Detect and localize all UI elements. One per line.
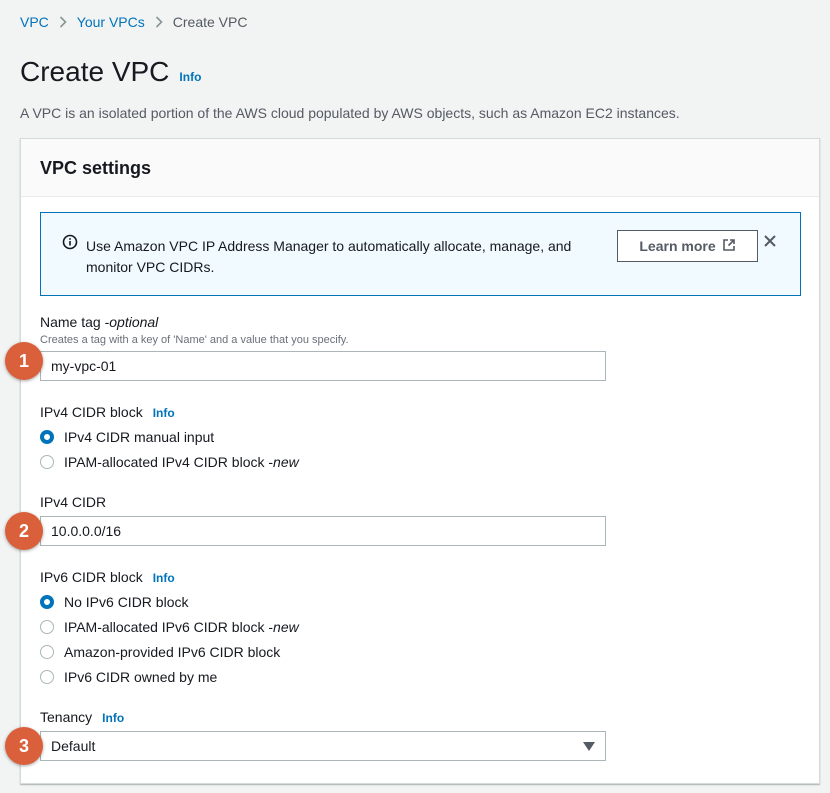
ipv4-cidr-block-label: IPv4 CIDR block Info xyxy=(40,403,175,422)
tenancy-info-link[interactable]: Info xyxy=(102,709,124,727)
radio-no-ipv6[interactable]: No IPv6 CIDR block xyxy=(40,593,188,611)
breadcrumb-your-vpcs[interactable]: Your VPCs xyxy=(77,13,145,31)
chevron-right-icon xyxy=(145,16,173,28)
caret-down-icon xyxy=(583,738,595,754)
ipam-info-alert: Use Amazon VPC IP Address Manager to aut… xyxy=(40,212,801,296)
radio-ipv6-owned[interactable]: IPv6 CIDR owned by me xyxy=(40,668,217,686)
tenancy-label: Tenancy Info xyxy=(40,708,124,727)
radio-button-selected[interactable] xyxy=(40,595,54,609)
new-tag: new xyxy=(273,619,299,635)
breadcrumb-vpc[interactable]: VPC xyxy=(20,13,49,31)
radio-label: Amazon-provided IPv6 CIDR block xyxy=(64,644,281,660)
name-tag-label: Name tag - optional xyxy=(40,313,158,331)
ipv4-cidr-block-label-text: IPv4 CIDR block xyxy=(40,404,143,420)
title-info-link[interactable]: Info xyxy=(179,70,201,84)
chevron-right-icon xyxy=(49,16,77,28)
name-tag-label-text: Name tag - xyxy=(40,314,110,330)
learn-more-button[interactable]: Learn more xyxy=(617,230,758,262)
ipv4-cidr-label: IPv4 CIDR xyxy=(40,493,106,511)
optional-label: optional xyxy=(109,314,159,330)
external-link-icon xyxy=(722,238,736,255)
tenancy-select[interactable]: Default xyxy=(40,731,606,761)
radio-label: IPv4 CIDR manual input xyxy=(64,429,215,445)
panel-title: VPC settings xyxy=(40,158,152,178)
name-tag-description: Creates a tag with a key of 'Name' and a… xyxy=(40,334,349,346)
step-badge-2: 2 xyxy=(5,512,43,550)
tenancy-selected-value: Default xyxy=(51,738,96,754)
page-title: Create VPC xyxy=(20,56,170,87)
radio-label: No IPv6 CIDR block xyxy=(64,594,189,610)
page-header: Create VPC Info xyxy=(20,55,201,89)
step-badge-1: 1 xyxy=(5,342,43,380)
radio-label: IPv6 CIDR owned by me xyxy=(64,669,218,685)
ipv4-cidr-input[interactable] xyxy=(40,516,606,546)
alert-message: Use Amazon VPC IP Address Manager to aut… xyxy=(86,238,572,275)
radio-label: IPAM-allocated IPv4 CIDR block - xyxy=(64,454,274,470)
vpc-settings-panel: VPC settings Use Amazon VPC IP Address M… xyxy=(20,138,820,784)
radio-button[interactable] xyxy=(40,670,54,684)
breadcrumb: VPC Your VPCs Create VPC xyxy=(20,13,247,31)
radio-ipv4-manual[interactable]: IPv4 CIDR manual input xyxy=(40,428,214,446)
ipv6-cidr-block-label-text: IPv6 CIDR block xyxy=(40,569,143,585)
ipv4-cidr-label-text: IPv4 CIDR xyxy=(40,494,107,510)
radio-label: IPAM-allocated IPv6 CIDR block - xyxy=(64,619,274,635)
panel-header: VPC settings xyxy=(21,139,819,197)
ipv4-info-link[interactable]: Info xyxy=(153,404,175,422)
breadcrumb-current: Create VPC xyxy=(172,14,248,30)
new-tag: new xyxy=(273,454,299,470)
radio-button[interactable] xyxy=(40,455,54,469)
radio-button[interactable] xyxy=(40,645,54,659)
page-description: A VPC is an isolated portion of the AWS … xyxy=(20,105,680,121)
radio-button-selected[interactable] xyxy=(40,430,54,444)
radio-ipv6-amazon[interactable]: Amazon-provided IPv6 CIDR block xyxy=(40,643,280,661)
radio-ipv6-ipam[interactable]: IPAM-allocated IPv6 CIDR block - new xyxy=(40,618,299,636)
learn-more-label: Learn more xyxy=(639,238,716,254)
ipv6-cidr-block-label: IPv6 CIDR block Info xyxy=(40,568,175,587)
tenancy-label-text: Tenancy xyxy=(40,709,93,725)
radio-ipv4-ipam[interactable]: IPAM-allocated IPv4 CIDR block - new xyxy=(40,453,299,471)
name-tag-input[interactable] xyxy=(40,351,606,381)
ipv6-info-link[interactable]: Info xyxy=(153,569,175,587)
info-circle-icon xyxy=(62,234,78,255)
close-icon[interactable] xyxy=(763,234,777,253)
step-badge-3: 3 xyxy=(5,727,43,765)
radio-button[interactable] xyxy=(40,620,54,634)
